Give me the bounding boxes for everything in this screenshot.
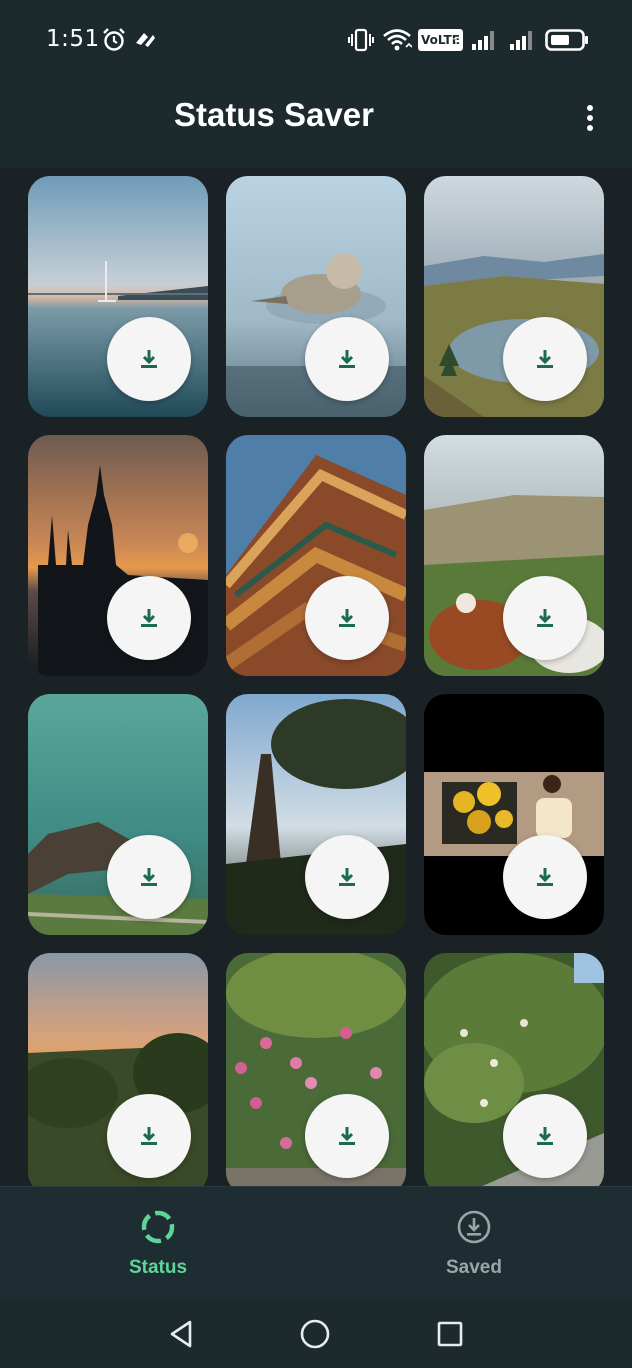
download-button[interactable]	[107, 835, 191, 919]
status-tile[interactable]	[226, 694, 406, 935]
download-button[interactable]	[107, 576, 191, 660]
download-button[interactable]	[503, 576, 587, 660]
tab-status-label: Status	[128, 1257, 188, 1278]
download-icon	[141, 1127, 157, 1145]
download-button[interactable]	[305, 317, 389, 401]
tab-status[interactable]: Status	[0, 1187, 316, 1301]
status-tile[interactable]	[226, 176, 406, 417]
download-icon	[537, 868, 553, 886]
signal-icon	[510, 31, 532, 50]
download-icon	[537, 1127, 553, 1145]
download-icon	[339, 609, 355, 627]
tab-saved-label: Saved	[446, 1257, 502, 1278]
status-tile[interactable]	[28, 435, 208, 676]
download-button[interactable]	[305, 1094, 389, 1178]
download-icon	[141, 609, 157, 627]
download-icon	[141, 350, 157, 368]
status-tile[interactable]	[226, 435, 406, 676]
bottom-navigation: Status Saved	[0, 1186, 632, 1300]
status-time: 1:51	[46, 26, 100, 52]
tab-saved[interactable]: Saved	[316, 1187, 632, 1301]
app-bar: Status Saver	[0, 82, 632, 168]
download-button[interactable]	[503, 317, 587, 401]
signal-icon	[472, 31, 494, 50]
status-tile[interactable]	[424, 435, 604, 676]
saved-download-icon	[457, 1210, 491, 1244]
system-navigation-bar	[0, 1300, 632, 1368]
download-button[interactable]	[503, 1094, 587, 1178]
page-title: Status Saver	[174, 96, 374, 133]
wifi-icon	[383, 29, 412, 51]
back-icon[interactable]	[164, 1316, 200, 1352]
download-button[interactable]	[305, 835, 389, 919]
status-bar: 1:51 VoLTE 1	[0, 0, 632, 82]
recents-icon[interactable]	[432, 1316, 468, 1352]
download-icon	[537, 350, 553, 368]
battery-icon	[545, 29, 588, 51]
status-tile[interactable]	[28, 694, 208, 935]
download-button[interactable]	[107, 1094, 191, 1178]
download-button[interactable]	[107, 317, 191, 401]
status-tile[interactable]	[226, 953, 406, 1186]
status-tile[interactable]	[28, 953, 208, 1186]
status-ring-icon	[141, 1210, 175, 1244]
download-icon	[339, 868, 355, 886]
home-icon[interactable]	[297, 1316, 333, 1352]
app-notification-icon	[136, 33, 155, 47]
status-tile[interactable]	[424, 953, 604, 1186]
download-icon	[141, 868, 157, 886]
download-icon	[339, 350, 355, 368]
download-icon	[339, 1127, 355, 1145]
status-tile[interactable]	[424, 694, 604, 935]
status-tile[interactable]	[424, 176, 604, 417]
vibrate-icon	[348, 28, 374, 52]
sim-index: 1	[452, 36, 460, 50]
status-tile[interactable]	[28, 176, 208, 417]
status-grid	[0, 168, 632, 1186]
download-button[interactable]	[503, 835, 587, 919]
download-icon	[537, 609, 553, 627]
more-vert-icon[interactable]	[572, 96, 608, 140]
alarm-icon	[103, 28, 125, 51]
download-button[interactable]	[305, 576, 389, 660]
